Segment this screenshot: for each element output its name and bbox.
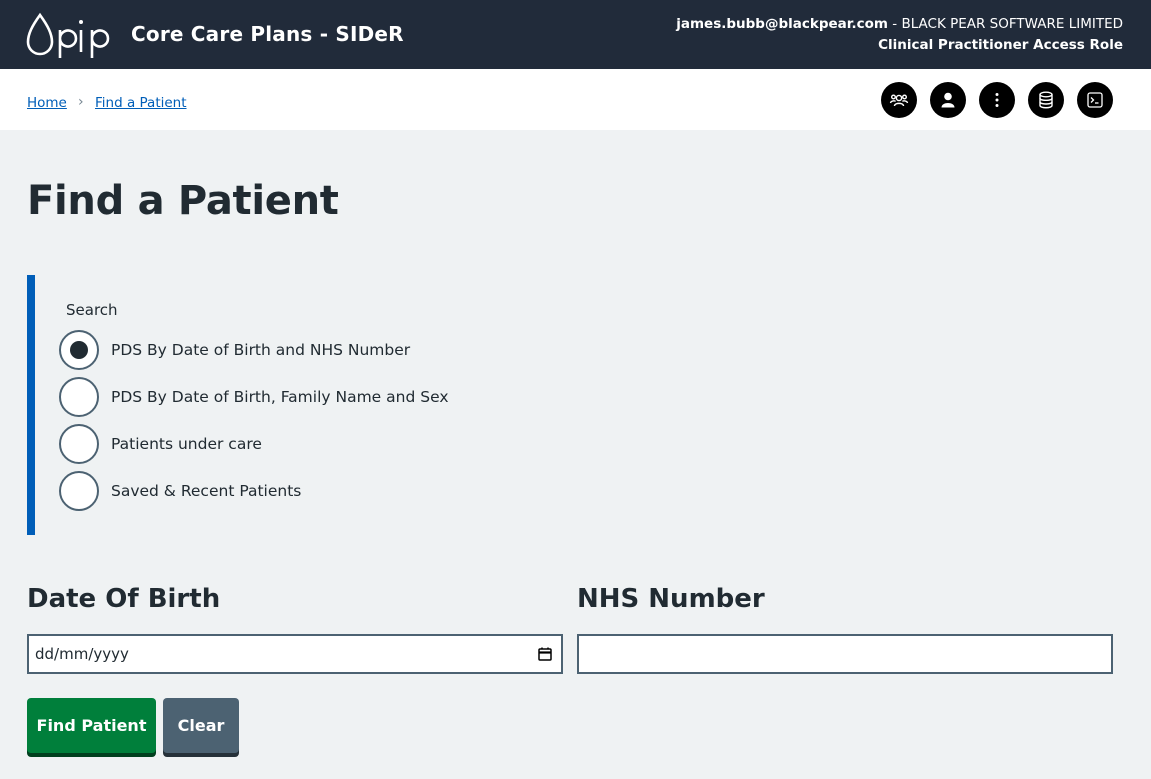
user-info: james.bubb@blackpear.com - BLACK PEAR SO… [676,14,1123,56]
breadcrumb-bar: Home › Find a Patient [0,69,1151,130]
search-option-saved-recent[interactable]: Saved & Recent Patients [59,471,301,511]
app-title: Core Care Plans - SIDeR [131,22,404,46]
dob-placeholder: dd/mm/yyyy [35,645,129,663]
database-icon [1039,91,1053,109]
search-legend: Search [66,301,118,319]
nhs-number-label: NHS Number [577,584,765,614]
find-patient-button[interactable]: Find Patient [27,698,156,753]
user-email: james.bubb@blackpear.com [676,16,888,32]
radio-button[interactable] [59,424,99,464]
breadcrumb-find-patient-link[interactable]: Find a Patient [95,95,187,111]
more-vertical-icon [995,93,999,107]
terminal-button[interactable] [1077,82,1113,118]
user-role: Clinical Practitioner Access Role [878,37,1123,53]
more-options-button[interactable] [979,82,1015,118]
page-title: Find a Patient [27,178,339,224]
dob-label: Date Of Birth [27,584,221,614]
radio-button-checked[interactable] [59,330,99,370]
radio-label: PDS By Date of Birth and NHS Number [111,341,411,359]
radio-button[interactable] [59,471,99,511]
user-profile-button[interactable] [930,82,966,118]
search-option-patients-under-care[interactable]: Patients under care [59,424,262,464]
search-option-pds-dob-nhs[interactable]: PDS By Date of Birth and NHS Number [59,330,410,370]
radio-label: Saved & Recent Patients [111,482,302,500]
radio-label: Patients under care [111,435,262,453]
dob-input[interactable]: dd/mm/yyyy [27,634,563,674]
team-icon [889,94,909,107]
user-org: - BLACK PEAR SOFTWARE LIMITED [887,16,1123,32]
calendar-icon[interactable] [537,646,553,662]
radio-button[interactable] [59,377,99,417]
nhs-number-input[interactable] [577,634,1113,674]
database-button[interactable] [1028,82,1064,118]
clear-button[interactable]: Clear [163,698,239,753]
radio-label: PDS By Date of Birth, Family Name and Se… [111,388,449,406]
terminal-icon [1087,92,1103,108]
top-header: Core Care Plans - SIDeR james.bubb@black… [0,0,1151,69]
search-type-fieldset: Search PDS By Date of Birth and NHS Numb… [27,275,547,535]
pip-logo[interactable] [26,12,120,58]
user-icon [941,92,955,108]
breadcrumb-home-link[interactable]: Home [27,95,67,111]
team-button[interactable] [881,82,917,118]
search-option-pds-dob-name-sex[interactable]: PDS By Date of Birth, Family Name and Se… [59,377,449,417]
chevron-right-icon: › [78,94,84,110]
